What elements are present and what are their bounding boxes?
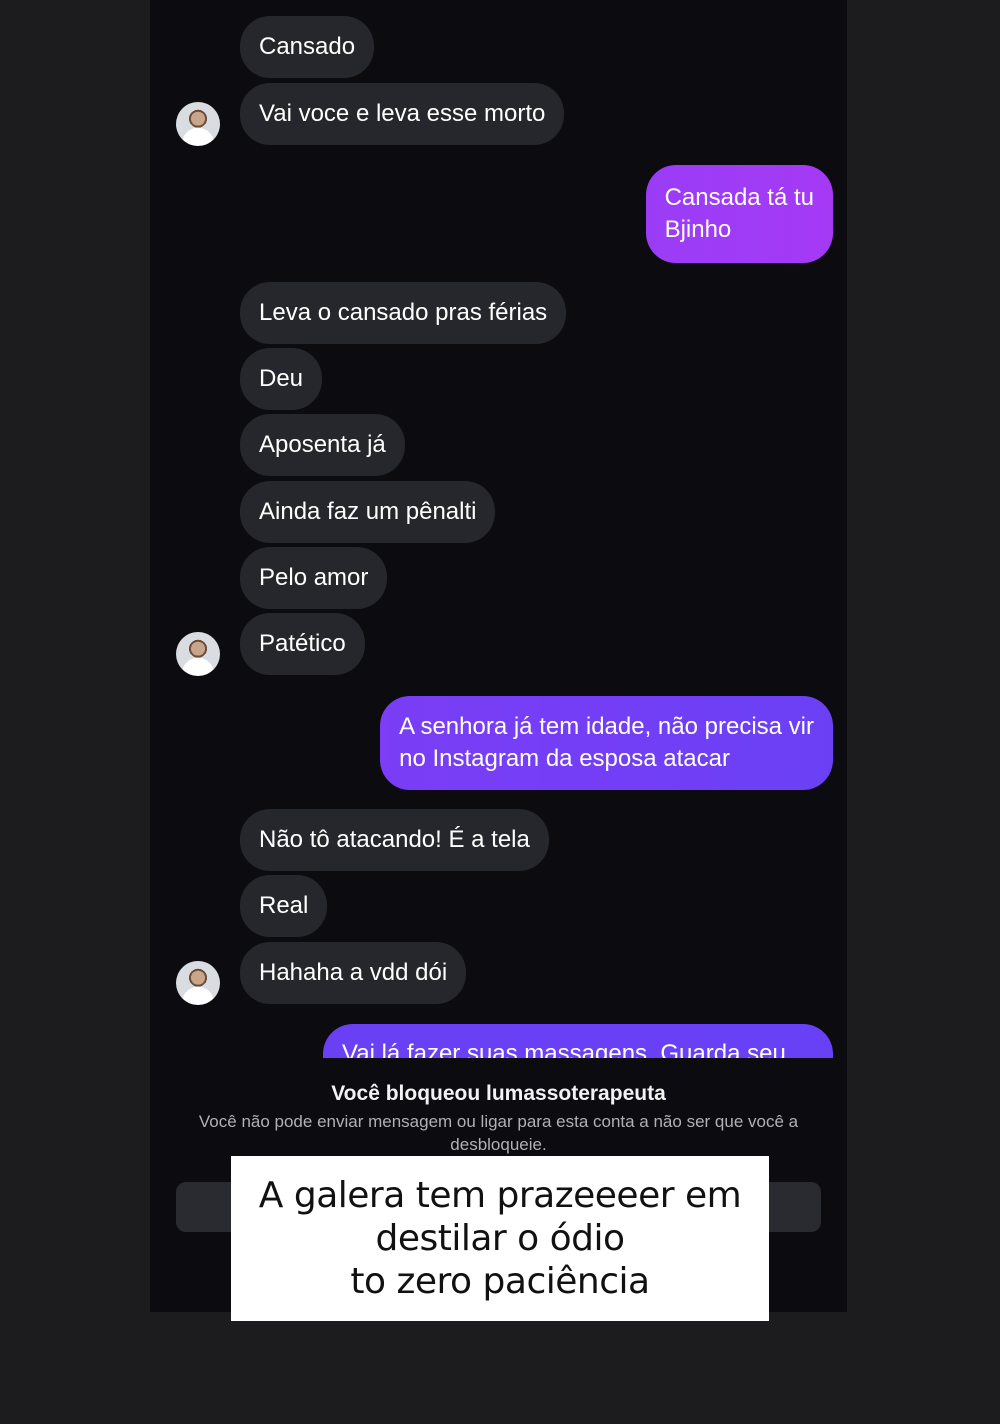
message-line: Cansada tá tu: [664, 184, 814, 211]
message-outgoing[interactable]: A senhora já tem idade, não precisa vir …: [380, 696, 833, 790]
message-line: Bjinho: [664, 216, 732, 243]
message-incoming[interactable]: Cansado: [240, 16, 375, 78]
contact-avatar[interactable]: [176, 102, 220, 146]
message-thread[interactable]: Cansado Vai voce e leva esse morto Cansa…: [150, 0, 847, 1058]
message-incoming[interactable]: Real: [240, 875, 328, 937]
caption-line: destilar o ódio: [375, 1218, 625, 1259]
message-incoming[interactable]: Hahaha a vdd dói: [240, 942, 467, 1004]
blocked-description: Você não pode enviar mensagem ou ligar p…: [198, 1112, 799, 1154]
message-incoming[interactable]: Patético: [240, 613, 365, 675]
blocked-title: Você bloqueou lumassoterapeuta: [331, 1082, 666, 1105]
contact-avatar[interactable]: [176, 632, 220, 676]
caption-overlay: A galera tem prazeeeer em destilar o ódi…: [231, 1156, 769, 1321]
message-incoming[interactable]: Pelo amor: [240, 547, 388, 609]
message-line: Vai lá fazer suas massagens. Guarda seu: [342, 1040, 786, 1058]
message-incoming[interactable]: Ainda faz um pênalti: [240, 481, 496, 543]
message-incoming[interactable]: Leva o cansado pras férias: [240, 282, 567, 344]
message-outgoing[interactable]: Cansada tá tu Bjinho: [645, 165, 833, 263]
caption-line: to zero paciência: [350, 1261, 650, 1302]
message-outgoing[interactable]: Vai lá fazer suas massagens. Guarda seu: [323, 1024, 833, 1058]
message-line: A senhora já tem idade, não precisa vir: [399, 713, 814, 740]
contact-avatar[interactable]: [176, 961, 220, 1005]
message-incoming[interactable]: Deu: [240, 348, 323, 410]
chat-screen: Cansado Vai voce e leva esse morto Cansa…: [150, 0, 847, 1312]
message-incoming[interactable]: Vai voce e leva esse morto: [240, 83, 565, 145]
message-incoming[interactable]: Aposenta já: [240, 414, 405, 476]
caption-line: A galera tem prazeeeer em: [258, 1175, 742, 1216]
message-line: no Instagram da esposa atacar: [399, 745, 730, 772]
message-incoming[interactable]: Não tô atacando! É a tela: [240, 809, 549, 871]
